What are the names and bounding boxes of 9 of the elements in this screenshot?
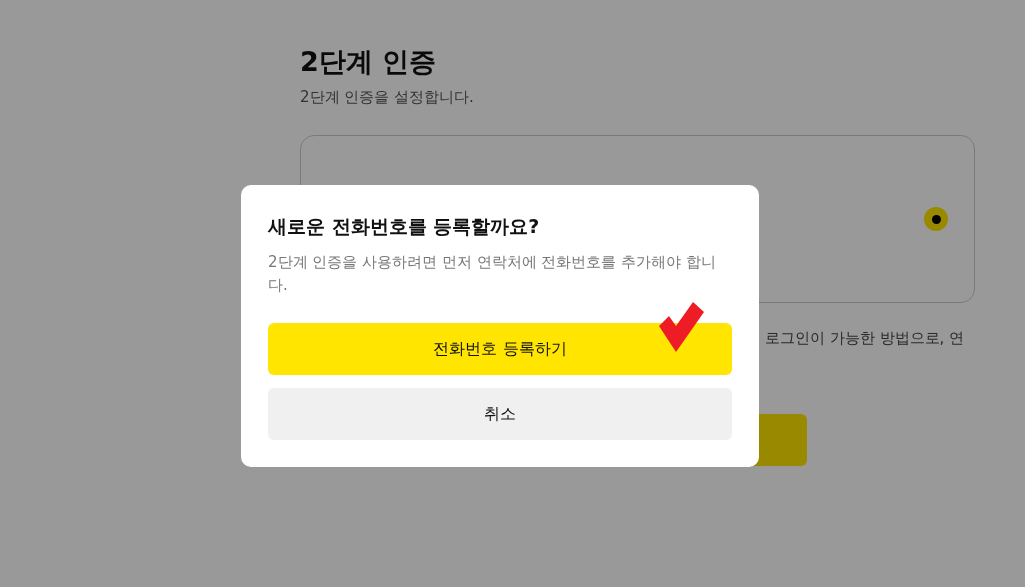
dialog-title: 새로운 전화번호를 등록할까요? [268, 214, 541, 239]
check-icon [659, 302, 704, 352]
page-subtitle: 2단계 인증을 설정합니다. [300, 88, 474, 107]
dialog-message: 2단계 인증을 사용하려면 먼저 연락처에 전화번호를 추가해야 합니다. [268, 252, 717, 296]
register-button[interactable]: 전화번호 등록하기 [268, 323, 732, 375]
info-text: 로그인이 가능한 방법으로, 연 [765, 329, 965, 348]
cancel-button[interactable]: 취소 [268, 388, 732, 440]
radio-button[interactable] [924, 207, 948, 231]
page-title: 2단계 인증 [300, 45, 438, 79]
